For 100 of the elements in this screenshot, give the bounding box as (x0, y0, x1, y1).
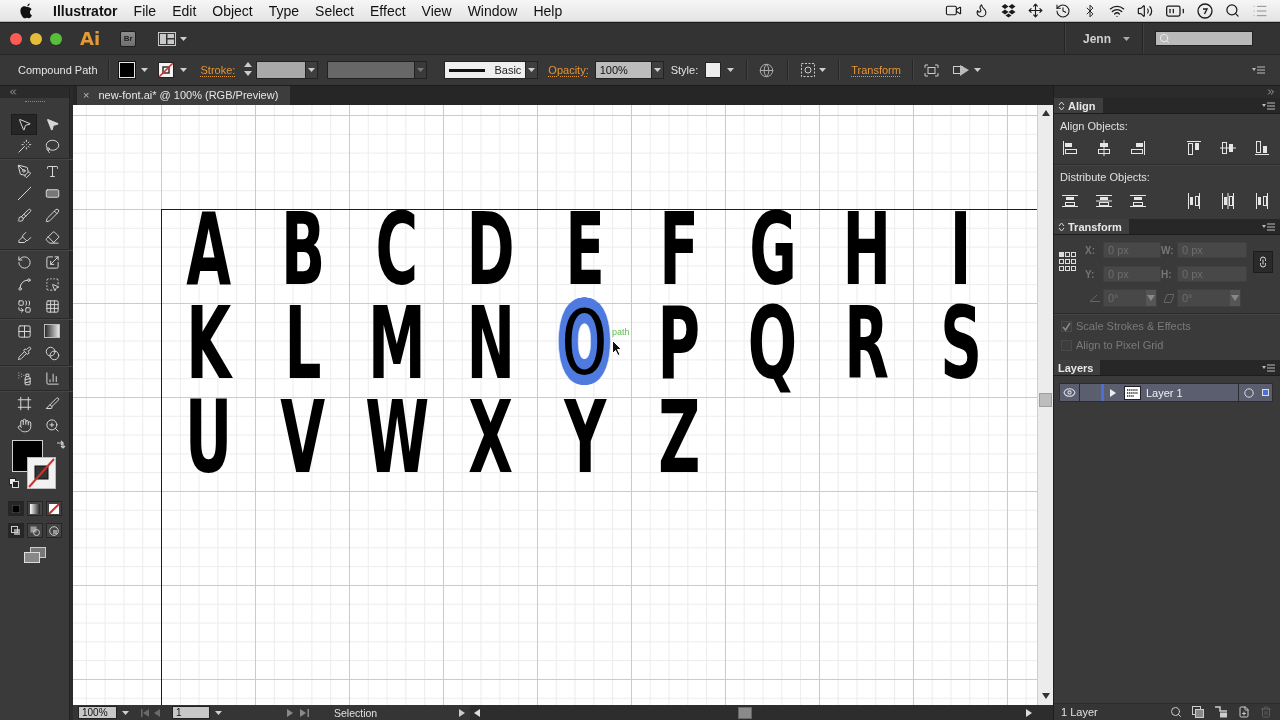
scrollbar-thumb[interactable] (738, 706, 753, 719)
stroke-color-button[interactable] (157, 62, 187, 78)
apple-icon[interactable] (19, 2, 33, 19)
constrain-proportions-button[interactable] (1253, 251, 1273, 273)
swap-colors-button[interactable] (56, 440, 66, 450)
panel-tab[interactable]: Layers (1054, 360, 1101, 375)
distribute-button[interactable] (1096, 193, 1112, 209)
distribute-button[interactable] (1254, 193, 1270, 209)
isolate-button[interactable] (923, 63, 939, 77)
opacity-field[interactable]: 100% (594, 61, 652, 79)
caret-icon (179, 68, 187, 72)
clock-history-icon[interactable] (1055, 2, 1071, 19)
align-button[interactable] (1220, 140, 1236, 156)
opacity-link[interactable]: Opacity: (548, 64, 589, 76)
gradient-mode-button[interactable] (26, 501, 43, 516)
none-mode-button[interactable] (45, 501, 62, 516)
reference-point-icon[interactable] (1059, 252, 1076, 272)
status-menu-button[interactable] (459, 708, 466, 717)
menu-item[interactable]: File (125, 0, 165, 21)
search-field[interactable] (1155, 31, 1253, 46)
search-icon (1170, 706, 1182, 718)
panel-tab[interactable]: Align (1054, 98, 1103, 113)
circled-number-icon[interactable] (1197, 2, 1213, 19)
stroke-link[interactable]: Stroke: (200, 64, 236, 76)
close-window-button[interactable] (10, 32, 22, 45)
user-menu-button[interactable]: Jenn (1065, 31, 1142, 46)
menu-item[interactable]: Object (204, 0, 261, 21)
menu-item[interactable]: Edit (164, 0, 205, 21)
menu-item[interactable]: Select (307, 0, 362, 21)
collapse-icon[interactable] (8, 87, 18, 97)
search-icon[interactable] (1225, 3, 1240, 18)
scroll-right-button[interactable] (1026, 708, 1032, 717)
bridge-button[interactable]: Br (120, 30, 137, 47)
stroke-weight-field[interactable] (256, 61, 307, 79)
draw-normal-button[interactable] (7, 523, 24, 538)
align-button[interactable] (1096, 140, 1112, 156)
align-button[interactable] (1254, 140, 1270, 156)
brush-dropdown[interactable]: Basic (444, 61, 527, 79)
menu-icon (1252, 66, 1265, 74)
clipping-mask-button[interactable] (1192, 706, 1204, 718)
spray-can-icon (16, 370, 32, 386)
locate-object-button[interactable] (1170, 706, 1182, 718)
minimize-window-button[interactable] (30, 32, 42, 45)
scrollbar-thumb[interactable] (1039, 393, 1052, 407)
fill-stroke-control[interactable] (9, 440, 56, 489)
letter-glyph: A (186, 210, 232, 302)
menu-item[interactable]: Effect (362, 0, 414, 21)
artboard-field[interactable]: 1 (172, 706, 210, 719)
align-button[interactable] (1186, 140, 1202, 156)
workspace-switcher-button[interactable] (158, 31, 188, 46)
zoom-field[interactable]: 100% (78, 706, 117, 719)
variable-width-dropdown[interactable] (415, 61, 428, 79)
fill-color-button[interactable] (118, 62, 148, 78)
expand-panels-icon[interactable] (1266, 87, 1276, 97)
new-layer-button[interactable] (1238, 706, 1250, 718)
panel-tab[interactable]: Transform (1054, 219, 1129, 234)
fill-stroke-swatches-icon (9, 440, 56, 489)
draw-inside-button[interactable] (45, 523, 62, 538)
grip-handle[interactable] (24, 101, 45, 103)
menu-item[interactable]: Window (459, 0, 526, 21)
scroll-left-button[interactable] (474, 708, 481, 717)
selection-type-label: Compound Path (18, 64, 98, 76)
distribute-button[interactable] (1130, 193, 1146, 209)
move-arrows-icon[interactable] (1028, 3, 1043, 18)
close-tab-button[interactable]: × (83, 89, 90, 101)
next-artboard-button[interactable] (287, 708, 293, 717)
menu-item[interactable]: Type (260, 0, 308, 21)
stepper-arrows-icon (244, 62, 253, 76)
app-menu[interactable]: Illustrator (45, 0, 126, 21)
menu-item[interactable]: Help (525, 0, 571, 21)
distribute-button[interactable] (1220, 193, 1236, 209)
scroll-down-button[interactable] (1041, 691, 1050, 701)
recolor-button[interactable] (759, 62, 775, 78)
tool-button[interactable] (11, 113, 37, 135)
scroll-up-button[interactable] (1041, 108, 1050, 118)
volume-icon[interactable] (1137, 2, 1153, 19)
arrange-button[interactable] (952, 63, 981, 77)
new-sublayer-button[interactable] (1214, 706, 1228, 718)
visibility-toggle[interactable] (1060, 384, 1080, 401)
document-tab[interactable]: × new-font.ai* @ 100% (RGB/Preview) (77, 86, 291, 105)
zoom-window-button[interactable] (50, 32, 62, 45)
menu-item[interactable]: View (413, 0, 460, 21)
select-similar-button[interactable] (801, 63, 827, 77)
diamonds-icon[interactable] (1001, 3, 1016, 18)
flame-icon[interactable] (974, 3, 989, 18)
graphic-style-button[interactable] (705, 62, 735, 78)
transform-link[interactable]: Transform (851, 64, 901, 76)
color-mode-button[interactable] (7, 501, 24, 516)
layer-row[interactable]: Layer 1 (1059, 383, 1273, 402)
draw-behind-button[interactable] (26, 523, 43, 538)
last-artboard-button[interactable] (300, 708, 309, 717)
brush-caret-button[interactable] (526, 61, 539, 79)
stroke-weight-dropdown[interactable] (306, 61, 319, 79)
panel-menu-button[interactable] (1252, 66, 1265, 74)
screen-mode-button[interactable] (23, 547, 46, 563)
knife-icon (44, 395, 60, 411)
variable-width-field[interactable] (327, 61, 416, 79)
align-button[interactable] (1062, 140, 1078, 156)
layer-name: Layer 1 (1146, 386, 1183, 399)
align-button[interactable] (1130, 140, 1146, 156)
